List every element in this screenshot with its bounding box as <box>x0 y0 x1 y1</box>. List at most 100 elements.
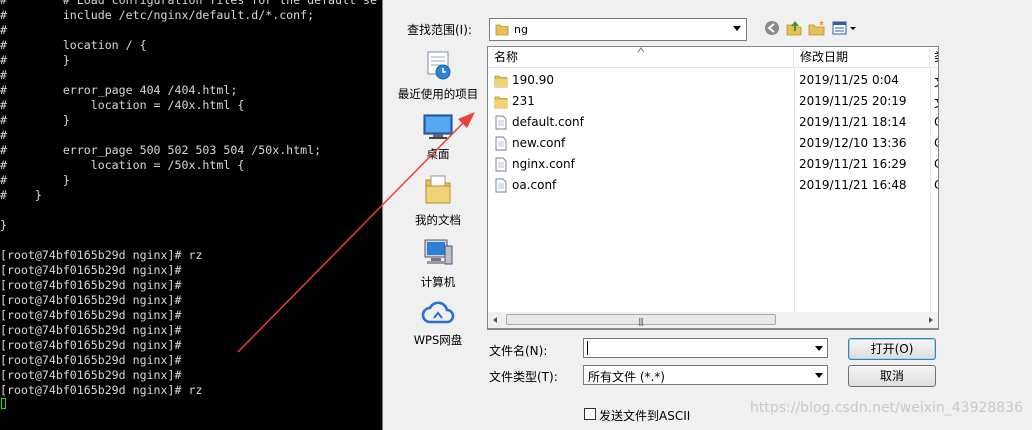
place-desktop[interactable]: 桌面 <box>389 112 487 162</box>
terminal-window[interactable]: # # Load configuration files for the def… <box>0 0 382 430</box>
desktop-icon <box>423 114 453 139</box>
terminal-line: [root@74bf0165b29d nginx]# rz <box>0 248 203 262</box>
terminal-line: # } <box>0 188 42 202</box>
file-date: 2019/11/21 16:29 <box>799 157 907 171</box>
file-icon <box>495 115 507 130</box>
view-menu-icon[interactable] <box>831 18 859 38</box>
terminal-line: [root@74bf0165b29d nginx]# <box>0 263 182 277</box>
new-folder-icon[interactable] <box>807 18 827 38</box>
file-date: 2019/11/25 20:19 <box>799 94 907 108</box>
documents-icon <box>425 175 451 204</box>
lookin-combobox[interactable]: ng <box>489 18 747 41</box>
folder-icon <box>494 96 508 109</box>
terminal-line: # <box>0 68 7 82</box>
computer-icon <box>424 239 453 265</box>
filetype-label: 文件类型(T): <box>489 370 558 384</box>
file-name: nginx.conf <box>512 157 575 171</box>
place-wps-cloud[interactable]: WPS网盘 <box>389 296 487 348</box>
file-icon <box>495 178 507 193</box>
file-icon <box>495 157 507 172</box>
terminal-line: [root@74bf0165b29d nginx]# rz <box>0 383 203 397</box>
file-date: 2019/11/21 18:14 <box>799 115 907 129</box>
open-button[interactable]: 打开(O) <box>848 338 936 360</box>
column-header-name[interactable]: 名称 <box>488 47 794 68</box>
terminal-line: [root@74bf0165b29d nginx]# <box>0 293 182 307</box>
terminal-line: } <box>0 218 7 232</box>
place-documents[interactable]: 我的文档 <box>389 172 487 228</box>
scroll-left-icon[interactable] <box>493 317 497 323</box>
file-type: 文 <box>934 94 938 111</box>
terminal-cursor <box>1 398 6 409</box>
file-date: 2019/11/25 0:04 <box>799 73 899 87</box>
terminal-line: # location = /40x.html { <box>0 98 245 112</box>
file-type: C <box>934 178 938 192</box>
horizontal-scrollbar[interactable]: ||| <box>487 312 939 329</box>
file-type: C <box>934 157 938 171</box>
filename-input[interactable] <box>583 338 828 358</box>
file-name: 190.90 <box>512 73 554 87</box>
ascii-checkbox[interactable] <box>584 408 596 420</box>
filename-label: 文件名(N): <box>489 344 548 358</box>
file-name: default.conf <box>512 115 584 129</box>
terminal-line: # # Load configuration files for the def… <box>0 0 377 7</box>
place-label: 最近使用的项目 <box>397 87 479 101</box>
file-row[interactable]: 231 2019/11/25 20:19 文 <box>488 91 938 112</box>
terminal-line: [root@74bf0165b29d nginx]# <box>0 353 182 367</box>
scrollbar-thumb[interactable]: ||| <box>506 314 776 326</box>
place-label: WPS网盘 <box>413 333 463 347</box>
back-icon[interactable] <box>762 18 782 38</box>
file-row[interactable]: new.conf 2019/12/10 13:36 C <box>488 133 938 154</box>
sort-ascending-icon <box>637 47 645 53</box>
file-row[interactable]: nginx.conf 2019/11/21 16:29 C <box>488 154 938 175</box>
places-bar: 最近使用的项目 桌面 我的文档 计算机 WPS网盘 <box>389 40 487 360</box>
column-header-date[interactable]: 修改日期 <box>794 47 930 68</box>
place-recent-items[interactable]: 最近使用的项目 <box>389 48 487 102</box>
file-name: 231 <box>512 94 535 108</box>
place-label: 我的文档 <box>415 213 461 227</box>
file-type: C <box>934 115 938 129</box>
terminal-line: # include /etc/nginx/default.d/*.conf; <box>0 8 315 22</box>
place-computer[interactable]: 计算机 <box>389 236 487 290</box>
terminal-line: # } <box>0 113 70 127</box>
terminal-line: # } <box>0 53 70 67</box>
terminal-line: [root@74bf0165b29d nginx]# <box>0 323 182 337</box>
file-icon <box>495 136 507 151</box>
terminal-line: [root@74bf0165b29d nginx]# <box>0 308 182 322</box>
file-name: new.conf <box>512 136 566 150</box>
file-date: 2019/12/10 13:36 <box>799 136 907 150</box>
terminal-line: # <box>0 23 7 37</box>
file-date: 2019/11/21 16:48 <box>799 178 907 192</box>
file-row[interactable]: default.conf 2019/11/21 18:14 C <box>488 112 938 133</box>
file-row[interactable]: oa.conf 2019/11/21 16:48 C <box>488 175 938 196</box>
cloud-icon <box>421 301 455 324</box>
terminal-line: # error_page 404 /404.html; <box>0 83 238 97</box>
terminal-line: # location = /50x.html { <box>0 158 245 172</box>
column-header-type[interactable]: 类 <box>930 47 938 68</box>
filetype-select[interactable]: 所有文件 (*.*) <box>583 365 828 385</box>
lookin-value: ng <box>514 23 528 36</box>
place-label: 桌面 <box>426 147 450 161</box>
terminal-line: [root@74bf0165b29d nginx]# <box>0 338 182 352</box>
recent-items-icon <box>427 51 451 80</box>
folder-icon <box>494 75 508 88</box>
terminal-line: [root@74bf0165b29d nginx]# <box>0 278 182 292</box>
place-label: 计算机 <box>420 275 456 289</box>
file-list[interactable]: 名称 修改日期 类 190.90 2019/11/25 0:04 文 231 2019/… <box>487 46 939 330</box>
ascii-checkbox-label: 发送文件到ASCII <box>599 409 691 423</box>
terminal-line: # <box>0 128 7 142</box>
chevron-down-icon <box>733 26 741 31</box>
chevron-down-icon[interactable] <box>815 373 823 378</box>
terminal-line: # error_page 500 502 503 504 /50x.html; <box>0 143 322 157</box>
text-caret <box>587 341 588 355</box>
scroll-right-icon[interactable] <box>929 317 933 323</box>
chevron-down-icon[interactable] <box>815 346 823 351</box>
file-type: C <box>934 136 938 150</box>
cancel-button[interactable]: 取消 <box>848 365 936 387</box>
file-open-dialog: 查找范围(I): ng 最近使用的项目 桌面 我的文档 计算机 WPS网盘 名称… <box>382 0 1032 430</box>
file-row[interactable]: 190.90 2019/11/25 0:04 文 <box>488 70 938 91</box>
watermark: https://blog.csdn.net/weixin_43928836 <box>750 400 1024 416</box>
lookin-label: 查找范围(I): <box>407 23 472 37</box>
terminal-line: [root@74bf0165b29d nginx]# <box>0 368 182 382</box>
terminal-line: # location / { <box>0 38 147 52</box>
up-folder-icon[interactable] <box>784 18 804 38</box>
